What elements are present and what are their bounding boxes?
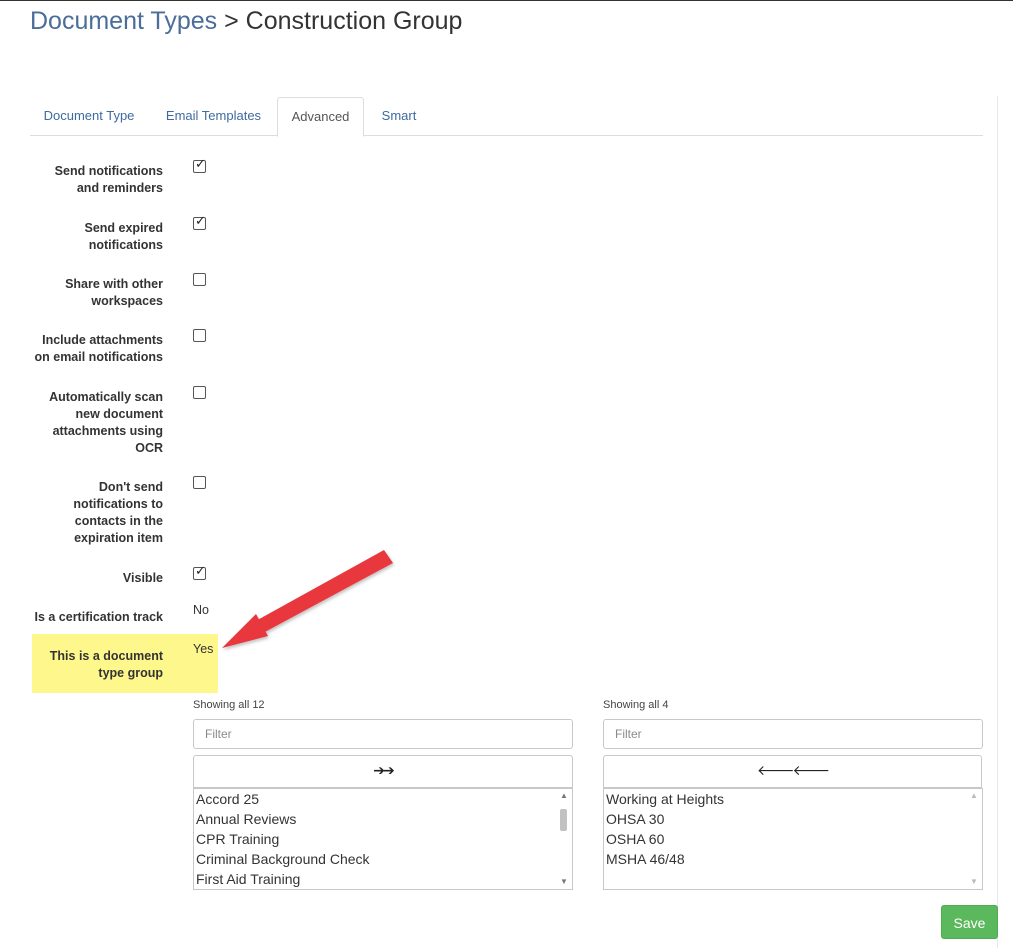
available-list[interactable]: Accord 25 Annual Reviews CPR Training Cr…: [193, 788, 573, 890]
top-border: [0, 0, 1013, 1]
visible-checkbox[interactable]: ✓: [193, 564, 206, 580]
send-notifications-label: Send notifications and reminders: [54, 164, 163, 195]
tab-document-type[interactable]: Document Type: [30, 97, 148, 136]
list-item[interactable]: MSHA 46/48: [604, 849, 724, 869]
page-title: Document Types > Construction Group: [30, 6, 462, 36]
red-arrow-icon: [222, 550, 393, 648]
list-item[interactable]: Criminal Background Check: [194, 849, 370, 869]
auto-scan-ocr-label: Automatically scan new document attachme…: [49, 390, 163, 455]
list-item[interactable]: Accord 25: [194, 789, 370, 809]
available-filter-input[interactable]: [193, 719, 573, 749]
share-workspaces-checkbox[interactable]: [193, 273, 206, 286]
selected-count: Showing all 4: [603, 699, 669, 711]
row-auto-scan-ocr: Automatically scan new document attachme…: [30, 386, 530, 461]
certification-track-label: Is a certification track: [34, 610, 163, 624]
selected-filter-input[interactable]: [603, 719, 983, 749]
check-icon: ✓: [195, 157, 206, 172]
move-all-right-button[interactable]: ➔➔: [193, 755, 573, 788]
list-item[interactable]: OHSA 30: [604, 809, 724, 829]
breadcrumb-current: Construction Group: [245, 7, 463, 35]
include-attachments-checkbox[interactable]: [193, 329, 206, 342]
scroll-up-icon[interactable]: ▲: [556, 789, 572, 803]
dont-send-contacts-label: Don't send notifications to contacts in …: [73, 480, 163, 545]
move-all-left-button[interactable]: 🡐🡐: [603, 755, 982, 788]
send-expired-checkbox[interactable]: ✓: [193, 214, 206, 230]
scroll-down-icon[interactable]: ▼: [966, 875, 982, 889]
certification-track-value: No: [193, 603, 209, 617]
available-count: Showing all 12: [193, 699, 265, 711]
check-icon: ✓: [195, 564, 206, 579]
tab-smart[interactable]: Smart: [368, 97, 430, 136]
available-scrollbar[interactable]: ▲ ▼: [556, 789, 572, 889]
row-share-workspaces: Share with other workspaces: [30, 273, 530, 316]
breadcrumb-document-types-link[interactable]: Document Types: [30, 7, 217, 35]
auto-scan-ocr-checkbox[interactable]: [193, 386, 206, 399]
list-item[interactable]: First Aid Training: [194, 869, 370, 889]
tab-advanced[interactable]: Advanced: [277, 97, 364, 137]
tab-email-templates[interactable]: Email Templates: [153, 97, 274, 136]
row-send-notifications: Send notifications and reminders ✓: [30, 157, 530, 203]
dont-send-contacts-checkbox[interactable]: [193, 476, 206, 489]
share-workspaces-label: Share with other workspaces: [65, 277, 163, 308]
selected-list[interactable]: Working at Heights OHSA 30 OSHA 60 MSHA …: [603, 788, 983, 890]
scroll-thumb[interactable]: [560, 809, 567, 831]
scroll-up-icon[interactable]: ▲: [966, 789, 982, 803]
list-item[interactable]: CPR Training: [194, 829, 370, 849]
selected-scrollbar[interactable]: ▲ ▼: [966, 789, 982, 889]
send-expired-label: Send expired notifications: [84, 221, 164, 252]
scroll-down-icon[interactable]: ▼: [556, 875, 572, 889]
visible-label: Visible: [122, 571, 163, 585]
panel-divider: [997, 96, 998, 948]
save-button[interactable]: Save: [941, 905, 998, 939]
breadcrumb-separator: >: [224, 7, 239, 35]
tab-bar: Document Type Email Templates Advanced S…: [30, 97, 983, 137]
row-send-expired: Send expired notifications ✓: [30, 214, 530, 260]
send-notifications-checkbox[interactable]: ✓: [193, 157, 206, 173]
row-include-attachments: Include attachments on email notificatio…: [30, 329, 530, 372]
list-item[interactable]: Working at Heights: [604, 789, 724, 809]
list-item[interactable]: Annual Reviews: [194, 809, 370, 829]
list-item[interactable]: OSHA 60: [604, 829, 724, 849]
check-icon: ✓: [195, 214, 206, 229]
include-attachments-label: Include attachments on email notificatio…: [34, 333, 164, 364]
move-all-left-label: 🡐🡐: [756, 763, 830, 779]
document-type-group-label: This is a document type group: [49, 649, 163, 680]
